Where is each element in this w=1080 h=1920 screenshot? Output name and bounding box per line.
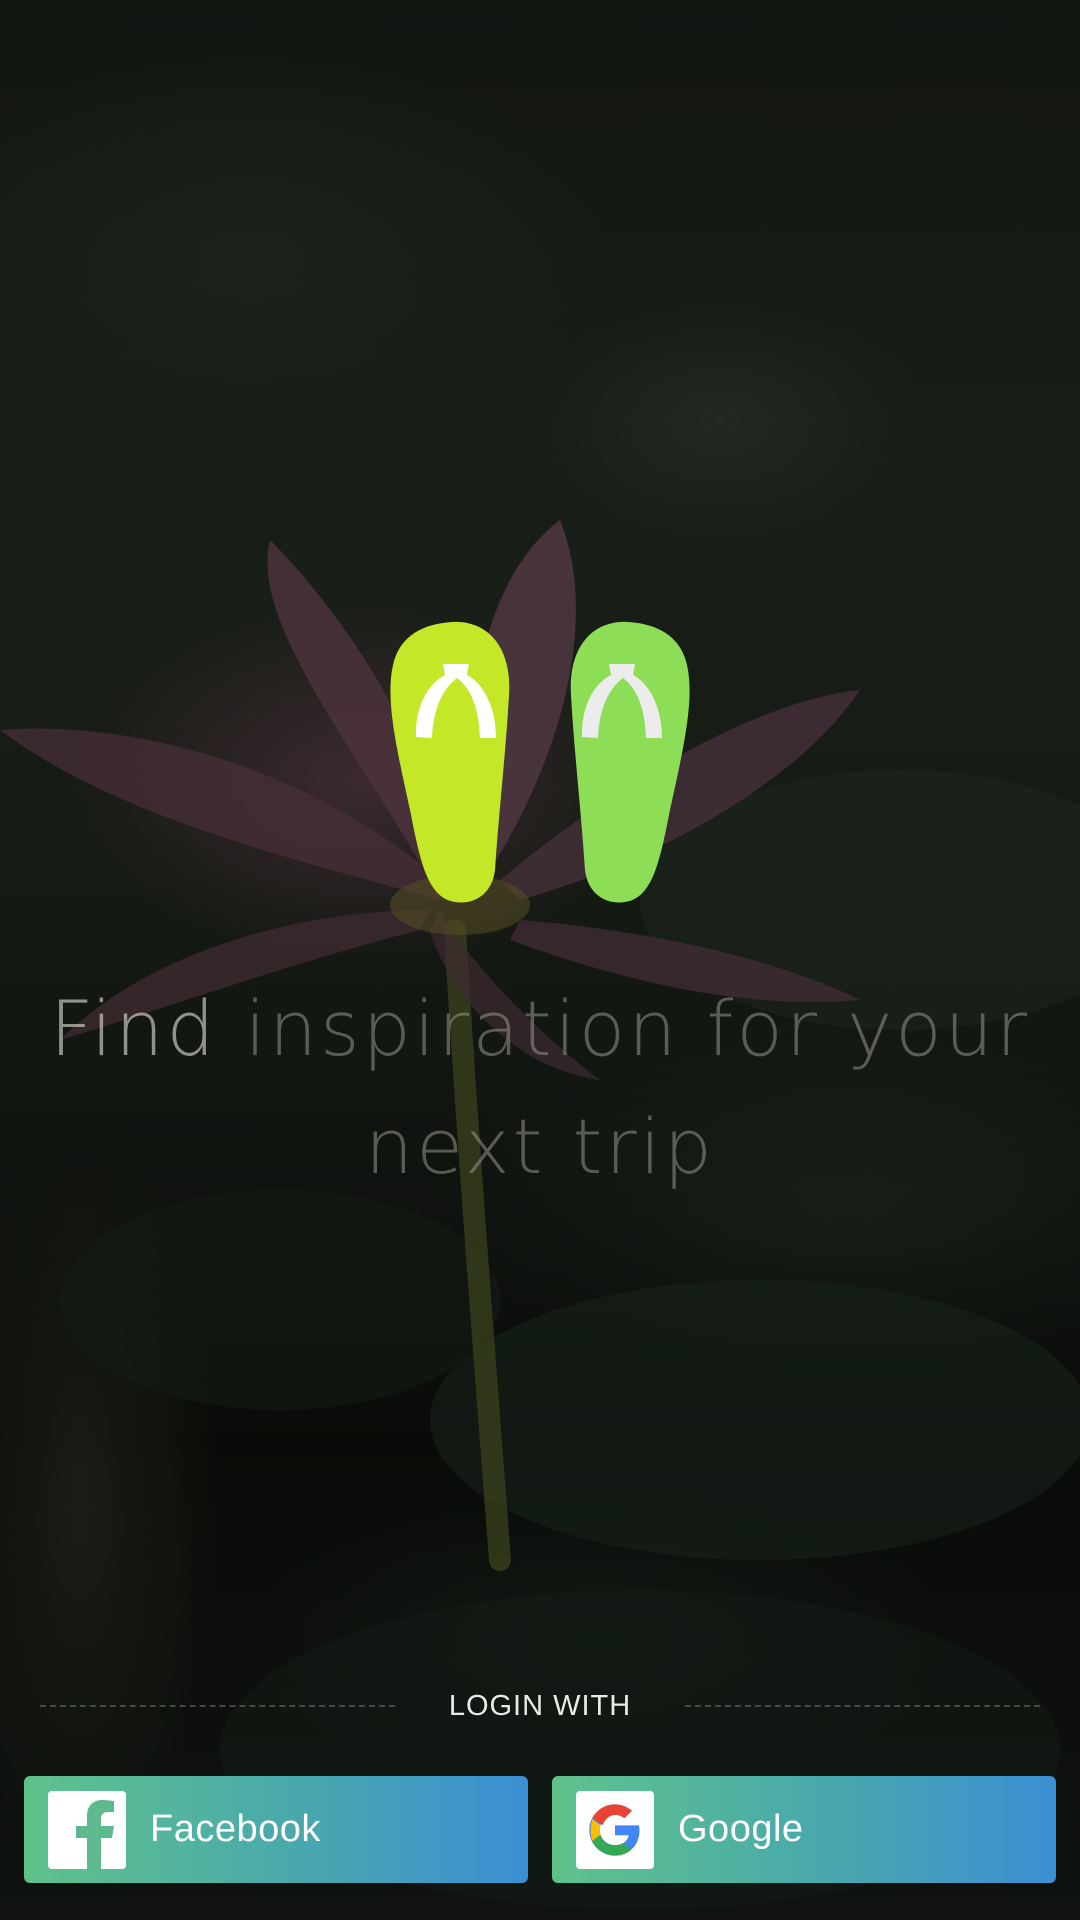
right-flip-flop-icon	[570, 621, 690, 903]
google-login-button[interactable]: Google	[552, 1776, 1056, 1883]
tagline-lead-word: Find	[49, 984, 218, 1073]
tagline-line-1-rest: inspiration for your	[217, 984, 1031, 1073]
tagline: Find inspiration for your next trip	[40, 970, 1040, 1206]
lotus-background-image	[0, 0, 1080, 1920]
facebook-button-label: Facebook	[150, 1808, 321, 1850]
google-button-label: Google	[678, 1808, 804, 1850]
divider-dash-left	[40, 1705, 395, 1707]
login-screen: Find inspiration for your next trip LOGI…	[0, 0, 1080, 1920]
flip-flops-logo	[390, 621, 690, 903]
facebook-icon	[48, 1790, 126, 1869]
tagline-line-1: Find inspiration for your	[40, 970, 1040, 1088]
login-divider: LOGIN WITH	[40, 1684, 1041, 1728]
left-flip-flop-icon	[390, 621, 510, 903]
facebook-login-button[interactable]: Facebook	[24, 1776, 528, 1883]
tagline-line-2: next trip	[365, 1102, 715, 1191]
login-with-label: LOGIN WITH	[448, 1689, 632, 1722]
google-icon	[576, 1790, 654, 1869]
divider-dash-right	[685, 1705, 1041, 1707]
